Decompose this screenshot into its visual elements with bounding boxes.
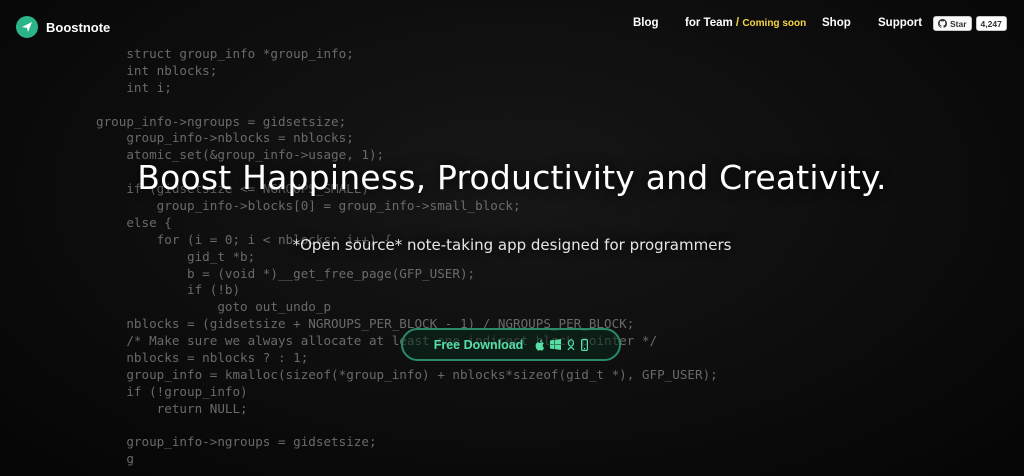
hero-subtitle: *Open source* note-taking app designed f…: [292, 236, 732, 254]
code-line: group_info = kmalloc(sizeof(*group_info)…: [96, 366, 718, 382]
code-line: g: [96, 451, 134, 467]
code-line: group_info->ngroups = gidsetsize;: [96, 113, 347, 129]
code-line: group_info->nblocks = nblocks;: [96, 130, 354, 146]
code-line: int i;: [96, 79, 172, 95]
nav-team-link[interactable]: for Team / Coming soon: [685, 17, 806, 29]
code-line: b = (void *)__get_free_page(GFP_USER);: [96, 265, 476, 281]
nav-team-label: for Team: [685, 17, 733, 29]
code-line: group_info->ngroups = gidsetsize;: [96, 434, 377, 450]
github-star-widget: Star 4,247: [933, 16, 1007, 31]
nav-support-link[interactable]: Support: [878, 17, 922, 29]
github-star-count[interactable]: 4,247: [975, 16, 1007, 31]
platform-icons: [529, 338, 589, 351]
mobile-icon: [581, 338, 589, 351]
code-line: int nblocks;: [96, 62, 218, 78]
github-star-label: Star: [950, 18, 967, 29]
code-line: group_info->blocks[0] = group_info->smal…: [96, 198, 521, 214]
nav-shop-link[interactable]: Shop: [822, 17, 851, 29]
apple-icon: [534, 339, 545, 351]
code-line: else {: [96, 214, 172, 230]
coming-soon-badge: Coming soon: [742, 18, 807, 29]
code-line: goto out_undo_p: [96, 299, 332, 315]
free-download-label: Free Download: [433, 337, 524, 352]
top-navbar: Boostnote Blog for Team / Coming soon Sh…: [0, 0, 1024, 50]
main-nav: Blog for Team / Coming soon Shop Support: [0, 17, 1024, 31]
free-download-button[interactable]: Free Download: [401, 328, 621, 361]
github-icon: [938, 19, 947, 28]
nav-team-separator: /: [735, 17, 740, 29]
code-line: return NULL;: [96, 400, 248, 416]
nav-blog-link[interactable]: Blog: [633, 17, 659, 29]
code-line: if (!group_info): [96, 383, 248, 399]
code-snippet: struct group_info *group_info; int nbloc…: [96, 46, 718, 468]
hero-title: Boost Happiness, Productivity and Creati…: [137, 158, 887, 197]
code-line: if (!b): [96, 282, 241, 298]
windows-icon: [550, 339, 562, 350]
linux-icon: [566, 338, 576, 351]
github-star-button[interactable]: Star: [933, 16, 972, 31]
